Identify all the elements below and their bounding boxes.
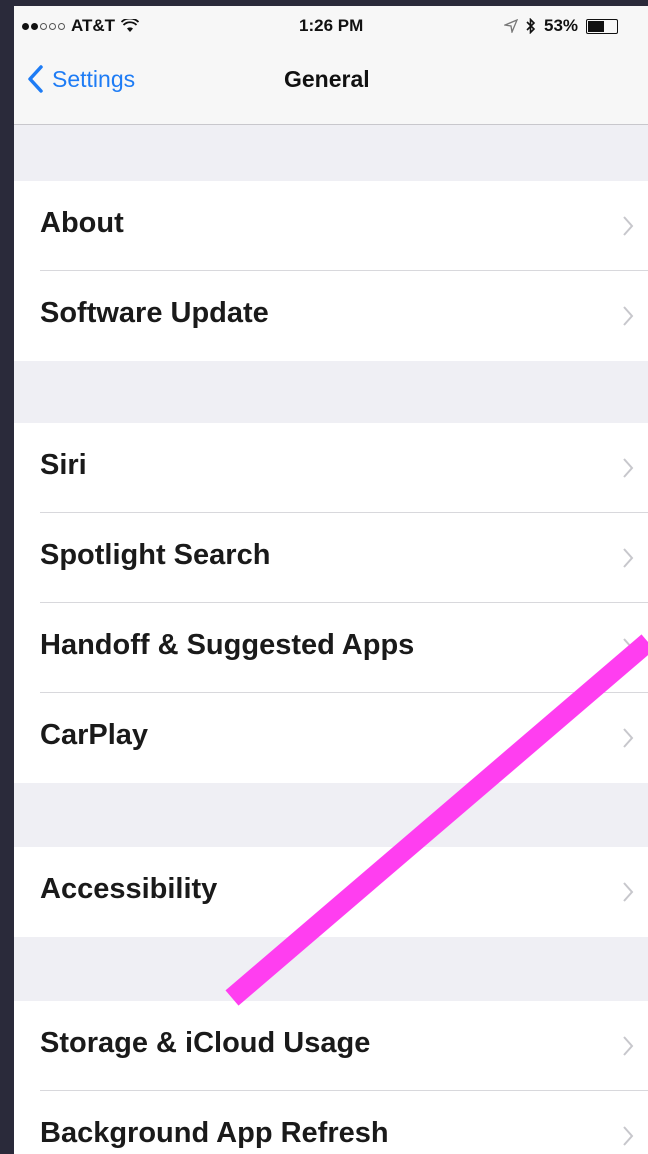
chevron-right-icon bbox=[623, 1126, 634, 1146]
status-left: AT&T bbox=[22, 16, 140, 36]
chevron-right-icon bbox=[623, 728, 634, 748]
row-label: Software Update bbox=[40, 297, 269, 329]
battery-percent: 53% bbox=[544, 16, 579, 35]
row-spotlight-search[interactable]: Spotlight Search bbox=[14, 513, 648, 603]
row-label: CarPlay bbox=[40, 719, 149, 751]
row-handoff-suggested-apps[interactable]: Handoff & Suggested Apps bbox=[14, 603, 648, 693]
bluetooth-icon bbox=[526, 18, 536, 34]
settings-group: About Software Update bbox=[14, 181, 648, 361]
settings-group: Storage & iCloud Usage Background App Re… bbox=[14, 1001, 648, 1154]
settings-group: Siri Spotlight Search Handoff & Suggeste… bbox=[14, 423, 648, 783]
chevron-right-icon bbox=[623, 638, 634, 658]
chevron-right-icon bbox=[623, 548, 634, 568]
back-label: Settings bbox=[52, 65, 136, 92]
chevron-right-icon bbox=[623, 882, 634, 902]
chevron-right-icon bbox=[623, 458, 634, 478]
chevron-left-icon bbox=[28, 65, 43, 93]
location-icon bbox=[504, 19, 518, 33]
chevron-right-icon bbox=[623, 216, 634, 236]
chevron-right-icon bbox=[623, 306, 634, 326]
back-button[interactable]: Settings bbox=[26, 64, 135, 94]
row-accessibility[interactable]: Accessibility bbox=[14, 847, 648, 937]
row-label: Background App Refresh bbox=[40, 1117, 389, 1149]
wifi-icon bbox=[121, 19, 140, 32]
row-label: About bbox=[40, 207, 124, 239]
row-label: Handoff & Suggested Apps bbox=[40, 629, 415, 661]
clock: 1:26 PM bbox=[299, 16, 364, 35]
row-software-update[interactable]: Software Update bbox=[14, 271, 648, 361]
chevron-right-icon bbox=[623, 1036, 634, 1056]
page-title: General bbox=[284, 66, 370, 92]
row-label: Spotlight Search bbox=[40, 539, 271, 571]
row-label: Storage & iCloud Usage bbox=[40, 1027, 371, 1059]
row-carplay[interactable]: CarPlay bbox=[14, 693, 648, 783]
row-storage-icloud-usage[interactable]: Storage & iCloud Usage bbox=[14, 1001, 648, 1091]
settings-group: Accessibility bbox=[14, 847, 648, 937]
navigation-bar: Settings General bbox=[14, 46, 648, 125]
row-background-app-refresh[interactable]: Background App Refresh bbox=[14, 1091, 648, 1154]
battery-icon bbox=[586, 18, 619, 34]
row-label: Siri bbox=[40, 449, 87, 481]
status-bar: AT&T 1:26 PM 53% bbox=[14, 6, 648, 46]
row-about[interactable]: About bbox=[14, 181, 648, 271]
carrier-label: AT&T bbox=[71, 16, 116, 35]
status-right: 53% bbox=[504, 16, 619, 36]
signal-dots-icon bbox=[22, 22, 65, 30]
row-siri[interactable]: Siri bbox=[14, 423, 648, 513]
phone-screen: AT&T 1:26 PM 53% Settings General About … bbox=[14, 6, 648, 1154]
row-label: Accessibility bbox=[40, 873, 218, 905]
